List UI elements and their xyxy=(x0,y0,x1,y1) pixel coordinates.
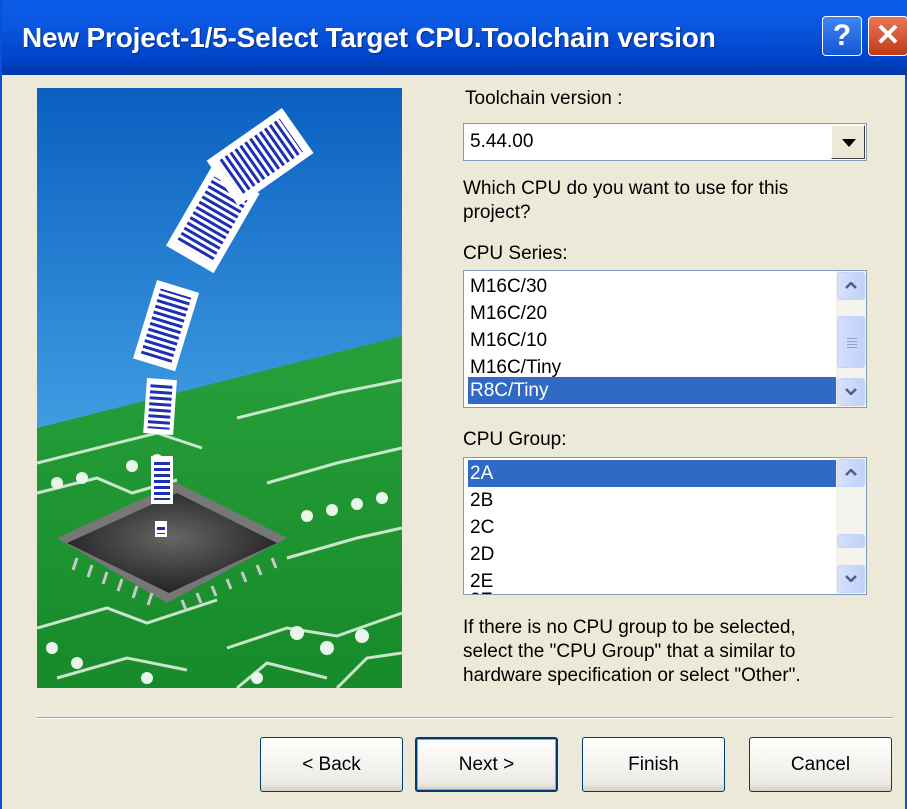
cpu-question-line1: Which CPU do you want to use for this xyxy=(463,178,789,199)
scroll-thumb[interactable] xyxy=(837,316,865,368)
cpu-question-line2: project? xyxy=(463,202,531,223)
separator xyxy=(37,717,893,719)
back-button[interactable]: < Back xyxy=(260,737,403,792)
list-item[interactable]: 2F xyxy=(468,587,838,594)
cancel-button[interactable]: Cancel xyxy=(749,737,892,792)
list-item-selected[interactable]: 2A xyxy=(468,460,838,487)
list-item-selected[interactable]: R8C/Tiny xyxy=(468,377,838,404)
chevron-up-icon xyxy=(845,469,857,476)
list-item[interactable]: 2D xyxy=(468,541,838,568)
next-button[interactable]: Next > xyxy=(415,737,558,792)
finish-button[interactable]: Finish xyxy=(582,737,725,792)
list-item[interactable]: M16C/20 xyxy=(468,300,838,327)
hint-line3: hardware specification or select "Other"… xyxy=(463,665,801,686)
title-bar[interactable]: New Project-1/5-Select Target CPU.Toolch… xyxy=(2,0,907,75)
dropdown-arrow-icon[interactable] xyxy=(831,125,865,159)
cpu-series-list[interactable]: M16C/30 M16C/20 M16C/10 M16C/Tiny R8C/Ti… xyxy=(463,270,867,408)
scroll-down-button[interactable] xyxy=(837,378,865,406)
close-button[interactable]: ✕ xyxy=(868,16,907,56)
scroll-down-button[interactable] xyxy=(837,565,865,593)
list-item[interactable]: M16C/30 xyxy=(468,273,838,300)
window-title: New Project-1/5-Select Target CPU.Toolch… xyxy=(22,22,716,53)
toolchain-version-label: Toolchain version : xyxy=(465,88,623,109)
list-item[interactable]: M16C/10 xyxy=(468,327,838,354)
scroll-up-button[interactable] xyxy=(837,272,865,300)
toolchain-version-value: 5.44.00 xyxy=(470,131,534,152)
list-item[interactable]: 2C xyxy=(468,514,838,541)
chevron-down-icon xyxy=(845,575,857,582)
cpu-series-scrollbar[interactable] xyxy=(836,271,866,407)
new-project-dialog: New Project-1/5-Select Target CPU.Toolch… xyxy=(0,0,907,809)
help-button[interactable]: ? xyxy=(822,16,862,56)
scroll-up-button[interactable] xyxy=(837,459,865,487)
chevron-down-icon xyxy=(845,388,857,395)
scroll-thumb[interactable] xyxy=(837,534,865,548)
list-item[interactable]: 2B xyxy=(468,487,838,514)
chevron-up-icon xyxy=(845,282,857,289)
hint-line1: If there is no CPU group to be selected, xyxy=(463,617,796,638)
wizard-illustration xyxy=(37,88,402,688)
cpu-group-scrollbar[interactable] xyxy=(836,458,866,594)
cpu-series-label: CPU Series: xyxy=(463,243,568,264)
cpu-group-list[interactable]: 2A 2B 2C 2D 2E 2F xyxy=(463,457,867,595)
cpu-group-label: CPU Group: xyxy=(463,429,567,450)
toolchain-version-select[interactable]: 5.44.00 xyxy=(463,123,867,161)
hint-line2: select the "CPU Group" that a similar to xyxy=(463,641,796,662)
